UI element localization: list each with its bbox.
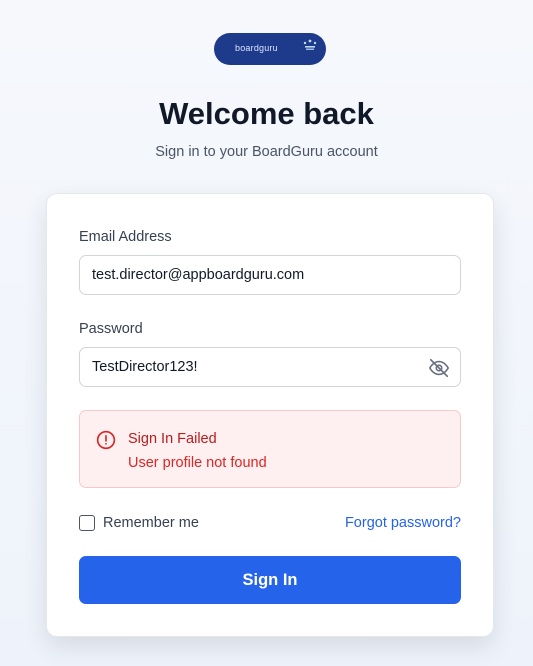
forgot-password-link[interactable]: Forgot password?	[345, 515, 461, 531]
remember-me-label[interactable]: Remember me	[103, 515, 199, 531]
logo-text: boardguru	[235, 43, 278, 53]
crown-icon	[303, 39, 317, 50]
alert-message: User profile not found	[128, 455, 267, 471]
password-label: Password	[79, 321, 143, 337]
eye-off-icon[interactable]	[428, 357, 450, 379]
error-alert: Sign In Failed User profile not found	[79, 410, 461, 488]
alert-title: Sign In Failed	[128, 431, 217, 447]
password-field[interactable]	[79, 347, 461, 387]
page-title: Welcome back	[159, 96, 374, 131]
login-page: boardguru Welcome back Sign in to your B…	[0, 0, 533, 666]
remember-me-checkbox[interactable]	[79, 515, 95, 531]
page-subtitle: Sign in to your BoardGuru account	[155, 144, 378, 160]
sign-in-button[interactable]: Sign In	[79, 556, 461, 604]
email-label: Email Address	[79, 229, 172, 245]
login-card: Email Address Password Sign In Failed Us…	[46, 193, 494, 637]
remember-me-row: Remember me	[79, 514, 199, 532]
email-field[interactable]	[79, 255, 461, 295]
alert-circle-icon	[96, 430, 116, 450]
